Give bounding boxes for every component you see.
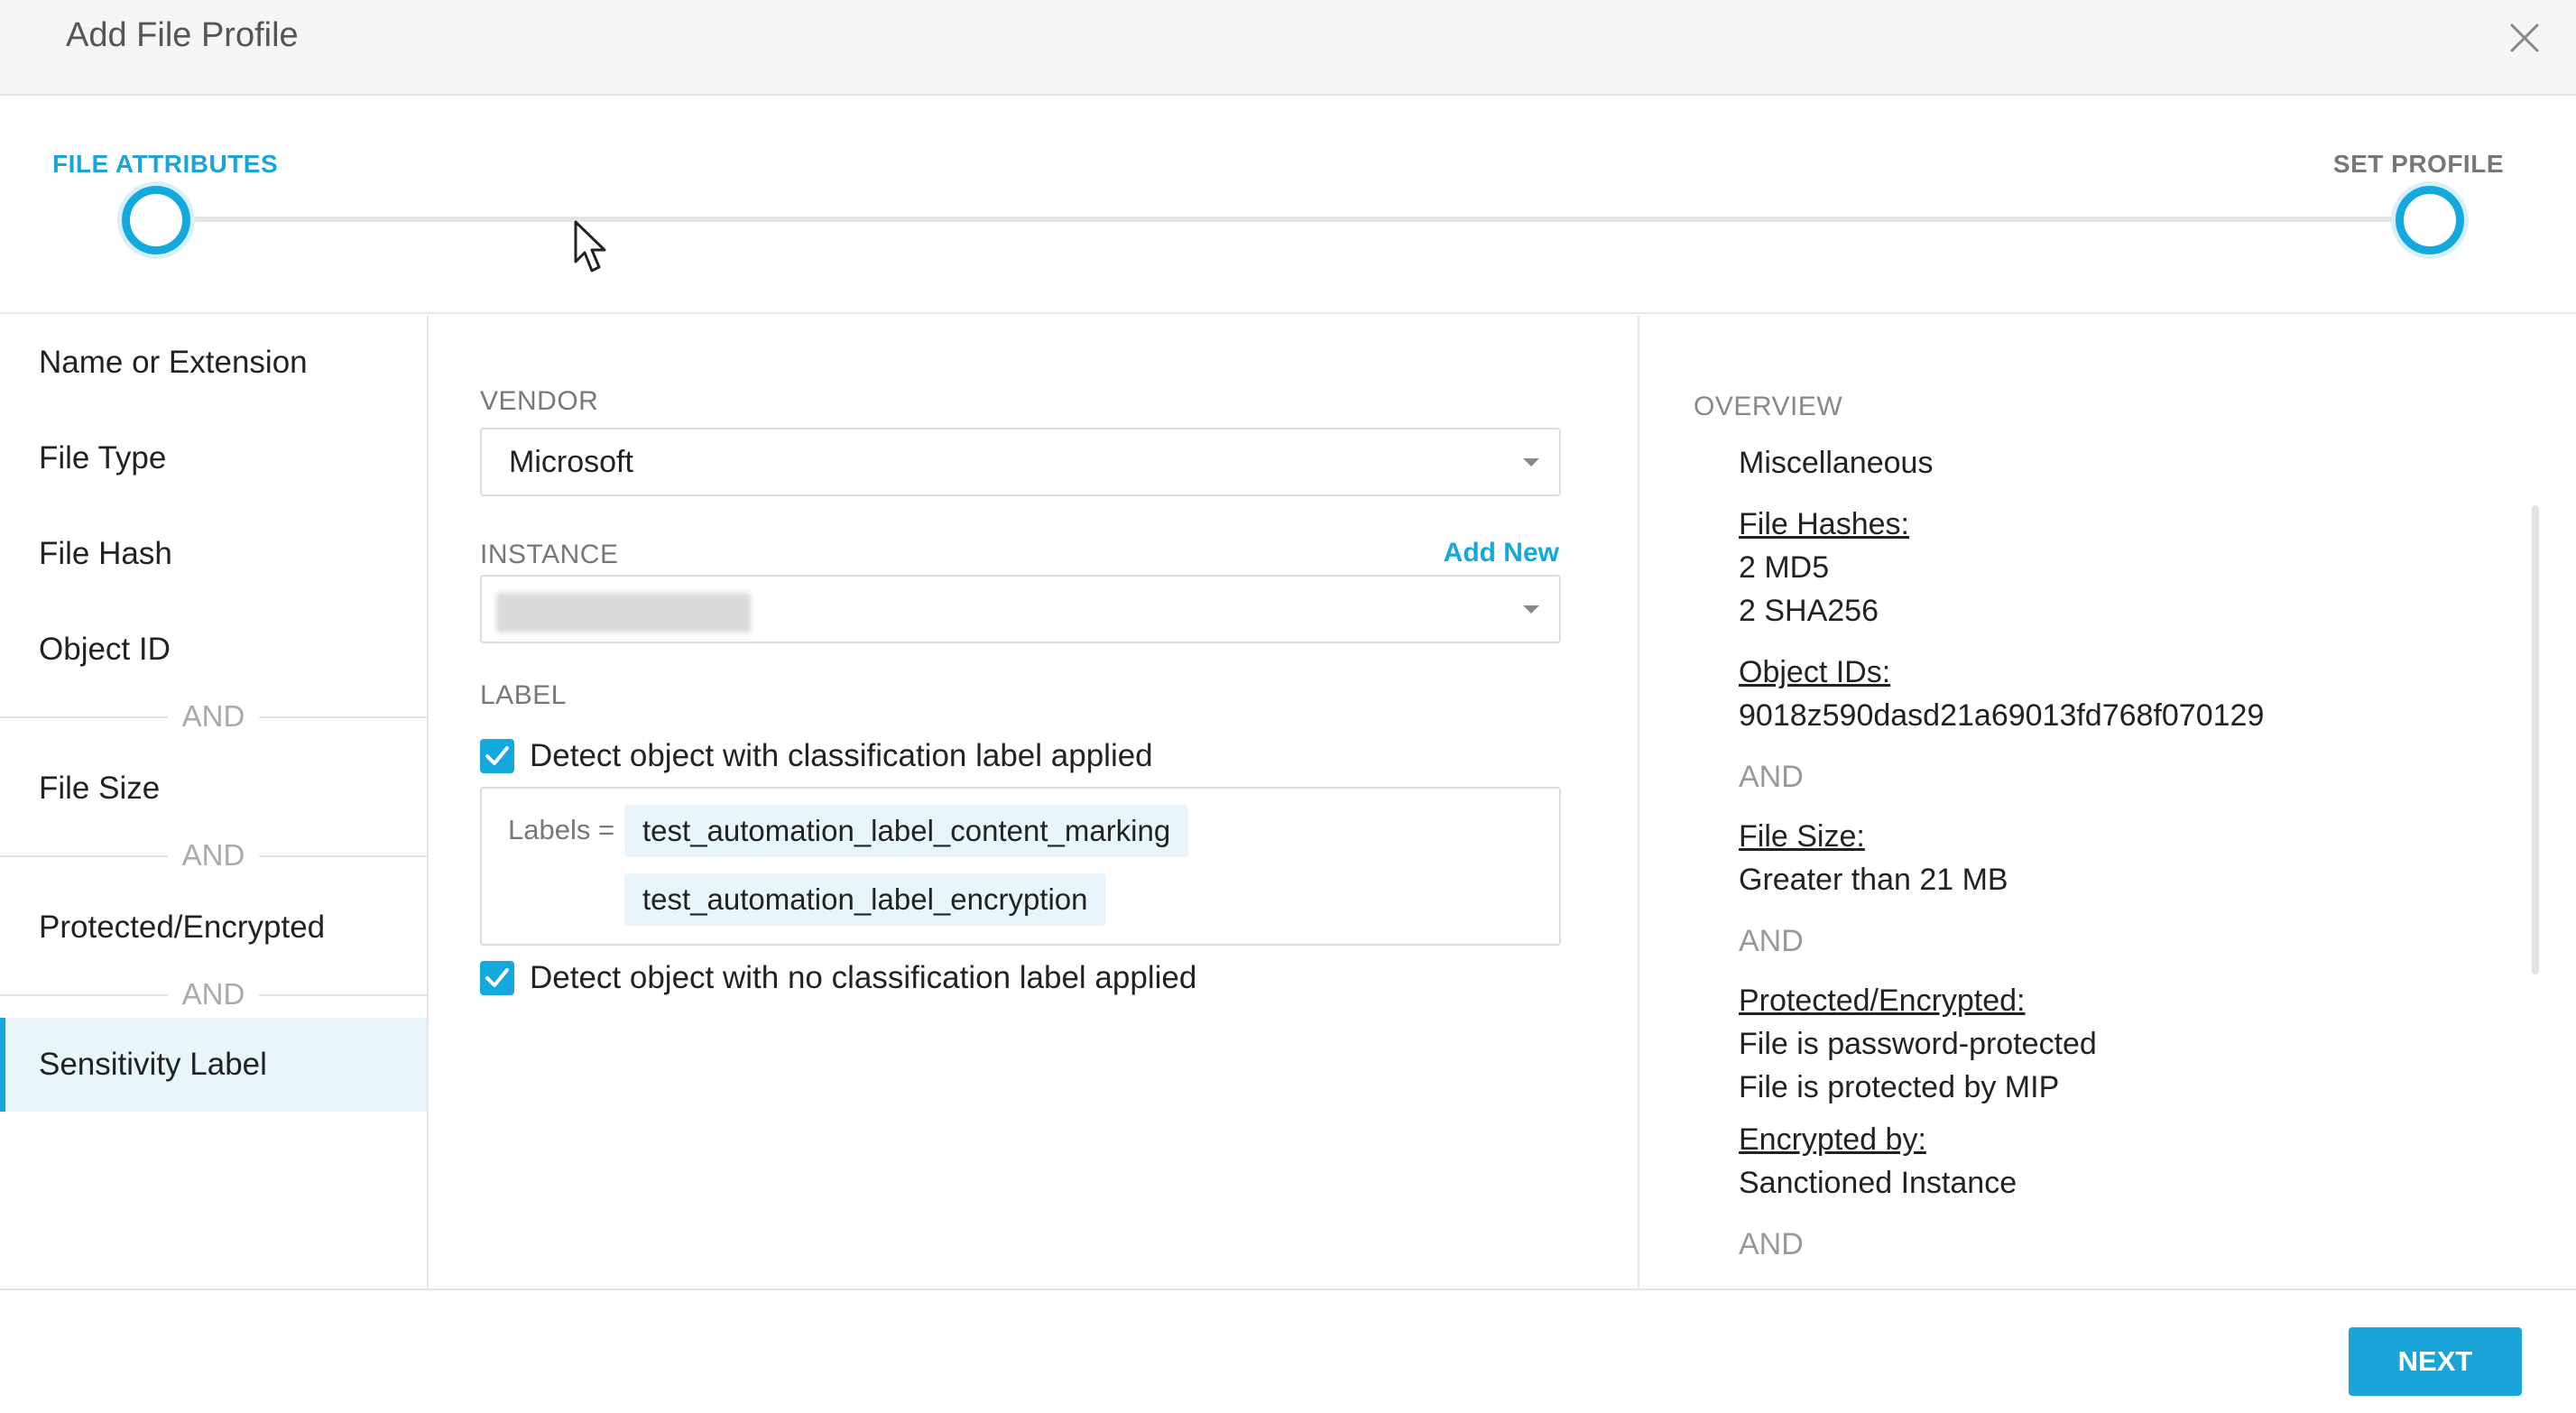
sensitivity-label-form: VENDOR Microsoft INSTANCE Add New LABEL … (430, 316, 1639, 1290)
label-chip[interactable]: test_automation_label_encryption (624, 873, 1106, 926)
dialog-header: Add File Profile (0, 0, 2576, 96)
overview-misc: Miscellaneous (1739, 446, 1934, 480)
next-button[interactable]: NEXT (2349, 1327, 2522, 1396)
vendor-select[interactable]: Microsoft (480, 428, 1561, 496)
dialog-title: Add File Profile (66, 16, 299, 54)
nav-item-file-type[interactable]: File Type (0, 411, 427, 505)
instance-select[interactable] (480, 575, 1561, 643)
checkbox-checked-icon[interactable] (480, 961, 514, 995)
detect-classified-label: Detect object with classification label … (530, 738, 1153, 773)
step-label-set-profile: SET PROFILE (2332, 150, 2504, 178)
overview-protected-heading: Protected/Encrypted: (1739, 984, 2026, 1018)
step-dot-set-profile[interactable] (2396, 186, 2464, 254)
attribute-nav: Name or Extension File Type File Hash Ob… (0, 316, 429, 1290)
nav-item-file-hash[interactable]: File Hash (0, 507, 427, 601)
detect-unclassified-label: Detect object with no classification lab… (530, 960, 1197, 995)
label-chip[interactable]: test_automation_label_content_marking (624, 805, 1189, 857)
overview-sha256: 2 SHA256 (1739, 594, 1879, 628)
overview-and: AND (1739, 1227, 1804, 1261)
step-label-file-attributes: FILE ATTRIBUTES (52, 150, 279, 178)
dialog-footer: NEXT (0, 1288, 2576, 1413)
nav-item-protected-encrypted[interactable]: Protected/Encrypted (0, 881, 427, 974)
vendor-label: VENDOR (480, 386, 599, 416)
chevron-down-icon (1523, 458, 1539, 466)
labels-box: Labels = test_automation_label_content_m… (480, 787, 1561, 946)
labels-equals: Labels = (508, 814, 615, 845)
step-dot-file-attributes[interactable] (122, 186, 190, 254)
and-separator: AND (0, 834, 427, 877)
wizard-stepper: FILE ATTRIBUTES SET PROFILE (0, 97, 2576, 314)
chevron-down-icon (1523, 605, 1539, 614)
instance-label: INSTANCE (480, 540, 619, 569)
vendor-value: Microsoft (509, 445, 633, 479)
overview-encrypted-by: Sanctioned Instance (1739, 1166, 2017, 1200)
overview-object-ids-heading: Object IDs: (1739, 655, 1891, 689)
detect-classified-checkbox-row[interactable]: Detect object with classification label … (480, 736, 1153, 776)
overview-panel: OVERVIEW Miscellaneous File Hashes: 2 MD… (1641, 316, 2576, 1290)
close-icon[interactable] (2505, 18, 2544, 58)
overview-file-size: Greater than 21 MB (1739, 863, 2008, 897)
overview-protected-2: File is protected by MIP (1739, 1070, 2060, 1104)
label-section-label: LABEL (480, 680, 567, 710)
redacted-instance-value (496, 593, 751, 633)
overview-file-size-heading: File Size: (1739, 819, 1865, 854)
overview-and: AND (1739, 760, 1804, 794)
checkbox-checked-icon[interactable] (480, 739, 514, 773)
overview-title: OVERVIEW (1694, 392, 1843, 421)
nav-item-sensitivity-label[interactable]: Sensitivity Label (0, 1018, 427, 1112)
overview-md5: 2 MD5 (1739, 550, 1830, 585)
overview-file-hashes-heading: File Hashes: (1739, 507, 1909, 541)
overview-object-id: 9018z590dasd21a69013fd768f070129 (1739, 698, 2265, 733)
overview-scrollbar[interactable] (2532, 505, 2539, 974)
add-new-link[interactable]: Add New (1444, 538, 1559, 568)
detect-unclassified-checkbox-row[interactable]: Detect object with no classification lab… (480, 958, 1196, 998)
and-separator: AND (0, 695, 427, 738)
nav-item-name-or-extension[interactable]: Name or Extension (0, 316, 427, 410)
overview-encrypted-by-heading: Encrypted by: (1739, 1122, 1926, 1157)
nav-item-file-size[interactable]: File Size (0, 742, 427, 836)
overview-and: AND (1739, 924, 1804, 958)
overview-protected-1: File is password-protected (1739, 1027, 2097, 1061)
and-separator: AND (0, 973, 427, 1016)
nav-item-object-id[interactable]: Object ID (0, 603, 427, 697)
mouse-cursor-icon (574, 220, 610, 274)
stepper-track (155, 217, 2429, 222)
